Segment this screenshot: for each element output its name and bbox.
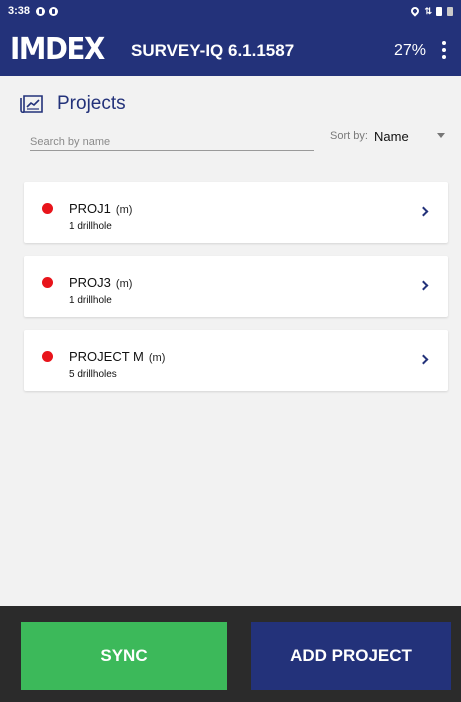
status-time: 3:38 xyxy=(8,5,31,17)
status-dot-icon xyxy=(42,277,53,288)
chevron-right-icon xyxy=(418,280,429,291)
status-dot-icon xyxy=(42,351,53,362)
imdex-logo: IMDEX xyxy=(10,31,105,67)
notification-icon xyxy=(36,6,46,16)
search-input[interactable] xyxy=(30,133,314,151)
page-title: Projects xyxy=(57,93,126,114)
chart-icon xyxy=(20,95,43,114)
battery-percentage: 27% xyxy=(394,42,427,59)
menu-dot-icon xyxy=(442,48,446,52)
chevron-right-icon xyxy=(418,354,429,365)
sort-value: Name xyxy=(374,128,409,144)
status-icons: ⇅ xyxy=(409,5,453,17)
project-card[interactable]: PROJECT M (m) 5 drillholes xyxy=(24,330,448,391)
location-icon xyxy=(409,5,422,17)
battery-icon xyxy=(436,6,442,16)
project-card[interactable]: PROJ1 (m) 1 drillhole xyxy=(24,182,448,243)
project-unit: (m) xyxy=(148,352,166,364)
chevron-right-icon xyxy=(418,206,429,217)
app-title: SURVEY-IQ 6.1.1587 xyxy=(131,41,295,60)
sync-button[interactable]: SYNC xyxy=(21,622,227,690)
add-project-button[interactable]: ADD PROJECT xyxy=(251,622,451,690)
project-name: PROJECT M (m) xyxy=(69,349,166,364)
project-name: PROJ1 (m) xyxy=(69,201,133,216)
status-dot-icon xyxy=(42,203,53,214)
bottom-action-bar: SYNC ADD PROJECT xyxy=(0,606,461,702)
status-bar: 3:38 ⇅ xyxy=(0,0,461,22)
drillhole-count: 1 drillhole xyxy=(69,221,112,232)
app-screen: 3:38 ⇅ IMDEX SURVEY-IQ 6.1.1587 27% Proj… xyxy=(0,0,461,702)
project-unit: (m) xyxy=(115,278,133,290)
dropdown-arrow-icon xyxy=(437,133,445,138)
project-card[interactable]: PROJ3 (m) 1 drillhole xyxy=(24,256,448,317)
battery-icon xyxy=(447,6,453,16)
project-unit: (m) xyxy=(115,204,133,216)
drillhole-count: 1 drillhole xyxy=(69,295,112,306)
menu-dot-icon xyxy=(442,55,446,59)
sort-dropdown[interactable]: Name xyxy=(374,126,449,146)
menu-dot-icon xyxy=(442,41,446,45)
project-name: PROJ3 (m) xyxy=(69,275,133,290)
sort-label: Sort by: xyxy=(330,130,368,142)
network-icon: ⇅ xyxy=(424,5,431,16)
app-bar: IMDEX SURVEY-IQ 6.1.1587 27% xyxy=(0,22,461,76)
drillhole-count: 5 drillholes xyxy=(69,369,117,380)
notification-icon xyxy=(49,6,59,16)
overflow-menu-button[interactable] xyxy=(436,38,452,62)
